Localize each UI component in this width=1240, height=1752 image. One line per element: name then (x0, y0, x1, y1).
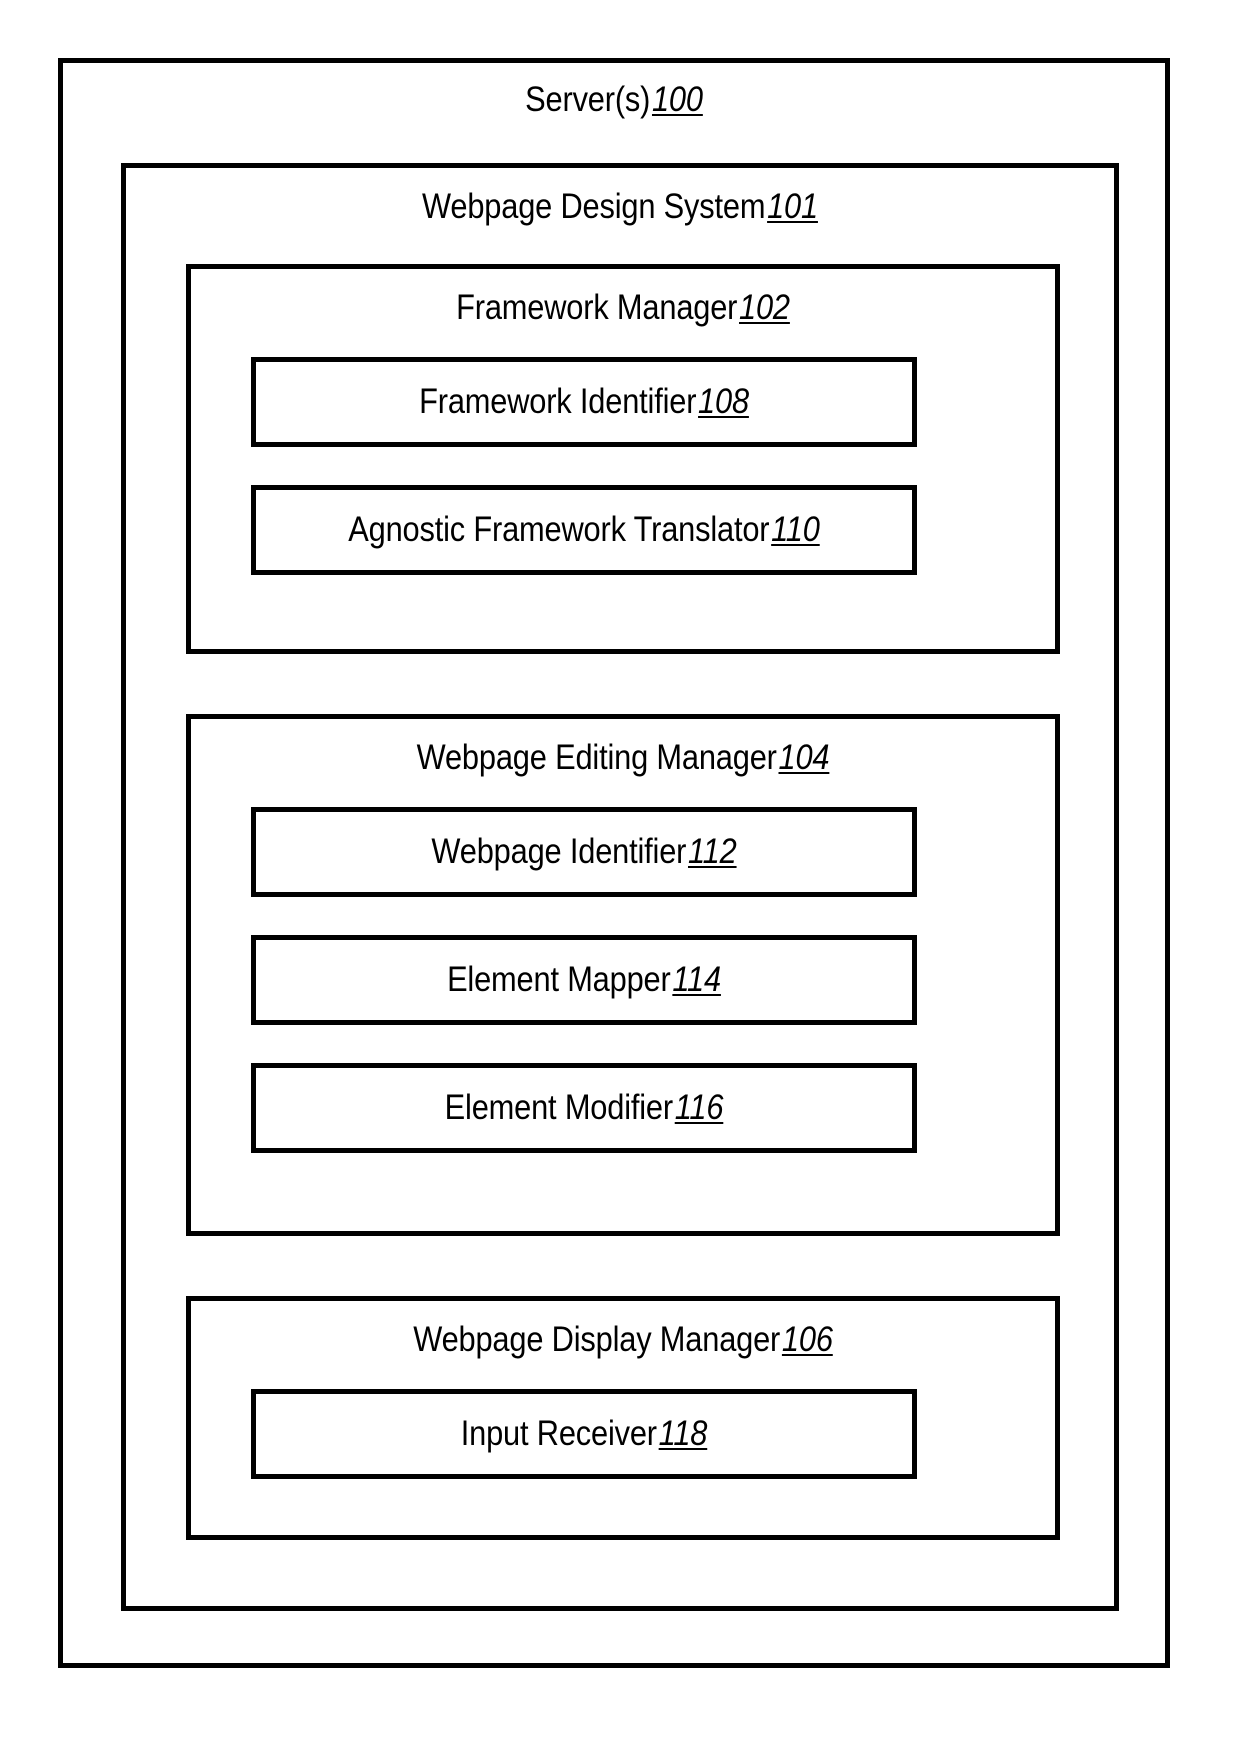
webpage-design-system-ref: 101 (767, 187, 818, 226)
element-modifier-title: Element Modifier116 (295, 1087, 872, 1129)
framework-manager-label: Framework Manager (456, 288, 738, 327)
framework-identifier-title: Framework Identifier108 (295, 381, 872, 423)
element-mapper-label: Element Mapper (447, 960, 671, 999)
server-box-title: Server(s)100 (129, 79, 1099, 121)
webpage-design-system-label: Webpage Design System (422, 187, 766, 226)
server-box-ref: 100 (651, 80, 703, 119)
framework-identifier-box: Framework Identifier108 (251, 357, 917, 447)
webpage-editing-manager-box: Webpage Editing Manager104 Webpage Ident… (186, 714, 1060, 1236)
element-modifier-box: Element Modifier116 (251, 1063, 917, 1153)
agnostic-framework-translator-title: Agnostic Framework Translator110 (295, 509, 872, 551)
webpage-editing-manager-title: Webpage Editing Manager104 (243, 737, 1003, 779)
framework-manager-box: Framework Manager102 Framework Identifie… (186, 264, 1060, 654)
input-receiver-box: Input Receiver118 (251, 1389, 917, 1479)
element-modifier-ref: 116 (674, 1088, 724, 1127)
webpage-identifier-label: Webpage Identifier (431, 832, 687, 871)
framework-manager-title: Framework Manager102 (243, 287, 1003, 329)
webpage-design-system-box: Webpage Design System101 Framework Manag… (121, 163, 1119, 1611)
input-receiver-ref: 118 (658, 1414, 708, 1453)
framework-identifier-ref: 108 (698, 382, 749, 421)
webpage-identifier-title: Webpage Identifier112 (295, 831, 872, 873)
agnostic-framework-translator-ref: 110 (771, 510, 820, 549)
webpage-editing-manager-ref: 104 (778, 738, 830, 777)
input-receiver-label: Input Receiver (460, 1414, 657, 1453)
element-mapper-box: Element Mapper114 (251, 935, 917, 1025)
webpage-display-manager-box: Webpage Display Manager106 Input Receive… (186, 1296, 1060, 1540)
framework-identifier-label: Framework Identifier (419, 382, 697, 421)
webpage-design-system-title: Webpage Design System101 (185, 186, 1054, 228)
webpage-identifier-ref: 112 (687, 832, 737, 871)
webpage-display-manager-title: Webpage Display Manager106 (243, 1319, 1003, 1361)
webpage-display-manager-label: Webpage Display Manager (413, 1320, 781, 1359)
agnostic-framework-translator-box: Agnostic Framework Translator110 (251, 485, 917, 575)
server-box-label: Server(s) (525, 80, 651, 119)
agnostic-framework-translator-label: Agnostic Framework Translator (348, 510, 770, 549)
framework-manager-ref: 102 (739, 288, 790, 327)
block-diagram-figure: Server(s)100 Webpage Design System101 Fr… (0, 0, 1240, 1752)
input-receiver-title: Input Receiver118 (295, 1413, 872, 1455)
webpage-identifier-box: Webpage Identifier112 (251, 807, 917, 897)
element-mapper-ref: 114 (672, 960, 721, 999)
webpage-display-manager-ref: 106 (781, 1320, 833, 1359)
server-box: Server(s)100 Webpage Design System101 Fr… (58, 58, 1170, 1668)
element-mapper-title: Element Mapper114 (295, 959, 872, 1001)
element-modifier-label: Element Modifier (444, 1088, 673, 1127)
webpage-editing-manager-label: Webpage Editing Manager (416, 738, 777, 777)
